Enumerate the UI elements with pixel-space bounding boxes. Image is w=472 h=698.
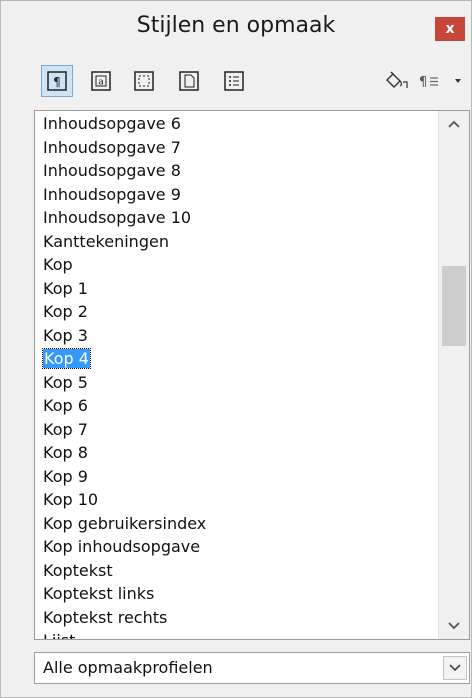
style-list-item[interactable]: Inhoudsopgave 6 — [35, 112, 435, 136]
style-list-item-label: Kop gebruikersindex — [43, 513, 207, 533]
style-list-item-label: Kop 1 — [43, 278, 88, 298]
style-list-item-label: Koptekst — [43, 560, 113, 580]
style-list-item-label: Kop inhoudsopgave — [43, 537, 201, 556]
svg-text:¶: ¶ — [53, 75, 61, 89]
paragraph-styles-button[interactable]: ¶ — [41, 65, 73, 97]
fill-format-mode-button[interactable] — [381, 69, 411, 93]
style-list-item[interactable]: Inhoudsopgave 7 — [35, 136, 435, 160]
scrollbar-thumb[interactable] — [442, 266, 466, 346]
style-list-item-label: Inhoudsopgave 6 — [43, 114, 181, 133]
title-bar: Stijlen en opmaak x — [1, 1, 471, 59]
style-list-item-label: Inhoudsopgave 10 — [43, 208, 192, 227]
style-list-item-label: Kop 5 — [43, 372, 88, 392]
style-list-item-label: Kop 8 — [43, 443, 88, 462]
style-list-item-label: Koptekst rechts — [43, 607, 168, 627]
close-button[interactable]: x — [435, 17, 465, 41]
style-list-item-label: Kop 7 — [43, 419, 88, 439]
style-list-item-label: Kop 9 — [43, 466, 88, 486]
style-list-item[interactable]: Kop 2 — [35, 300, 435, 324]
style-list-item-label: Kop 4 — [42, 348, 91, 369]
style-list-item[interactable]: Kop — [35, 253, 435, 277]
style-list-item[interactable]: Kop 10 — [35, 488, 435, 512]
list-styles-icon — [224, 71, 244, 91]
style-list-item-label: Kop 3 — [43, 325, 88, 345]
style-list-item[interactable]: Kop 9 — [35, 465, 435, 489]
style-list-item[interactable]: Kop 6 — [35, 394, 435, 418]
character-styles-icon: a — [91, 71, 111, 91]
toolbar: ¶ a ¶ — [1, 59, 471, 103]
style-list-item[interactable]: Koptekst — [35, 559, 435, 583]
style-filter-select[interactable]: Alle opmaakprofielen — [34, 652, 470, 684]
new-style-menu-button[interactable]: ¶ — [417, 69, 467, 93]
character-styles-button[interactable]: a — [85, 65, 117, 97]
window-title: Stijlen en opmaak — [136, 13, 336, 38]
page-styles-icon — [179, 71, 199, 91]
chevron-down-icon — [448, 622, 460, 630]
style-list-item-label: Kop — [43, 255, 73, 274]
style-list-item-label: Inhoudsopgave 7 — [43, 137, 181, 157]
svg-text:a: a — [98, 78, 104, 88]
style-list-item[interactable]: Kop gebruikersindex — [35, 512, 435, 536]
styles-and-formatting-window: Stijlen en opmaak x ¶ a ¶ Inhoudsopgave … — [0, 0, 472, 698]
chevron-up-icon — [448, 120, 460, 128]
style-list-item-label: Inhoudsopgave 8 — [43, 161, 181, 180]
style-list-item[interactable]: Kop 3 — [35, 324, 435, 348]
style-list-item-label: Kop 6 — [43, 396, 88, 415]
scroll-down-button[interactable] — [439, 613, 469, 639]
style-list-item-label: Koptekst links — [43, 584, 155, 603]
pilcrow-menu-icon: ¶ — [419, 75, 461, 90]
list-styles-button[interactable] — [218, 65, 250, 97]
chevron-down-icon — [449, 664, 461, 672]
style-list-item[interactable]: Kop 4 — [35, 347, 435, 371]
style-list-item[interactable]: Kop 8 — [35, 441, 435, 465]
style-list-item[interactable]: Kop inhoudsopgave — [35, 535, 435, 559]
svg-text:¶: ¶ — [419, 75, 427, 90]
style-filter-value: Alle opmaakprofielen — [43, 658, 213, 677]
style-list-item[interactable]: Kop 5 — [35, 371, 435, 395]
style-list-item-label: Kop 2 — [43, 302, 88, 321]
paint-bucket-icon — [386, 71, 408, 88]
style-list-item[interactable]: Kop 1 — [35, 277, 435, 301]
page-styles-button[interactable] — [173, 65, 205, 97]
frame-styles-button[interactable] — [128, 65, 160, 97]
style-list-item[interactable]: Koptekst rechts — [35, 606, 435, 630]
style-list-item[interactable]: Inhoudsopgave 9 — [35, 183, 435, 207]
style-list-item-label: Kanttekeningen — [43, 231, 169, 251]
style-list-item[interactable]: Inhoudsopgave 10 — [35, 206, 435, 230]
style-list-item[interactable]: Kanttekeningen — [35, 230, 435, 254]
frame-styles-icon — [134, 71, 154, 91]
paragraph-styles-icon: ¶ — [47, 71, 67, 91]
styles-list[interactable]: Inhoudsopgave 6 Inhoudsopgave 7 Inhoudsopg… — [34, 110, 470, 640]
style-list-item[interactable]: Kop 7 — [35, 418, 435, 442]
style-filter-dropdown-button[interactable] — [443, 656, 467, 680]
style-list-item[interactable]: Lijst — [35, 629, 435, 639]
style-list-item[interactable]: Koptekst links — [35, 582, 435, 606]
style-list-item-label: Kop 10 — [43, 490, 99, 509]
style-list-item[interactable]: Inhoudsopgave 8 — [35, 159, 435, 183]
styles-list-items: Inhoudsopgave 6 Inhoudsopgave 7 Inhoudsopg… — [35, 112, 435, 639]
scroll-up-button[interactable] — [439, 111, 469, 137]
style-list-item-label: Lijst — [43, 631, 75, 639]
vertical-scrollbar[interactable] — [438, 111, 469, 639]
style-list-item-label: Inhoudsopgave 9 — [43, 184, 181, 204]
